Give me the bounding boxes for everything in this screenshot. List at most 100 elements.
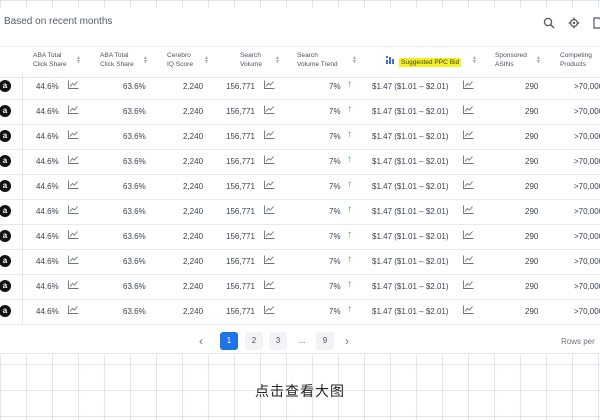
gear-icon[interactable] (566, 15, 582, 31)
aba-click-share-cell: 63.6% (123, 107, 146, 116)
trend-chart-icon[interactable] (463, 80, 474, 91)
trend-chart-icon[interactable] (264, 80, 275, 91)
column-header-search-volume-trend[interactable]: Search Volume Trend ▲ ▼ (297, 52, 357, 69)
sort-icon[interactable]: ▲ ▼ (204, 56, 209, 65)
trend-chart-icon[interactable] (68, 255, 79, 266)
trend-chart-icon[interactable] (68, 205, 79, 216)
sort-icon[interactable]: ▲ ▼ (352, 56, 357, 65)
trend-chart-icon[interactable] (68, 180, 79, 191)
table-row[interactable]: a 44.6% 63.6% 2,240 156,771 7% ↑ $1.47 ($1.01 –… (0, 149, 600, 175)
chevron-left-icon[interactable]: ‹ (199, 334, 203, 348)
view-full-image-caption[interactable]: 点击查看大图 (0, 381, 600, 401)
trend-chart-icon[interactable] (68, 80, 79, 91)
trend-chart-icon[interactable] (264, 155, 275, 166)
trend-chart-icon[interactable] (264, 130, 275, 141)
table-row[interactable]: a 44.6% 63.6% 2,240 156,771 7% ↑ $1.47 ($1.01 –… (0, 174, 600, 200)
trend-chart-icon[interactable] (264, 230, 275, 241)
arrow-up-icon: ↑ (347, 129, 352, 140)
amazon-logo-icon: a (0, 305, 11, 317)
competing-products-cell: >70,000 (574, 232, 600, 241)
search-volume-trend-cell: 7% (329, 282, 341, 291)
suggested-ppc-bid-cell: $1.47 ($1.01 – $2.01) (372, 182, 449, 191)
trend-chart-icon[interactable] (264, 205, 275, 216)
chevron-right-icon[interactable]: › (345, 334, 349, 348)
search-volume-cell: 156,771 (226, 282, 255, 291)
table-row[interactable]: a 44.6% 63.6% 2,240 156,771 7% ↑ $1.47 ($1.01 –… (0, 224, 600, 250)
search-volume-cell: 156,771 (226, 207, 255, 216)
suggested-ppc-bid-cell: $1.47 ($1.01 – $2.01) (372, 232, 449, 241)
table-row[interactable]: a 44.6% 63.6% 2,240 156,771 7% ↑ $1.47 ($1.01 –… (0, 299, 600, 325)
trend-chart-icon[interactable] (264, 180, 275, 191)
competing-products-cell: >70,000 (574, 182, 600, 191)
suggested-ppc-bid-cell: $1.47 ($1.01 – $2.01) (372, 157, 449, 166)
trend-chart-icon[interactable] (68, 305, 79, 316)
export-icon[interactable] (590, 15, 600, 31)
column-divider (22, 124, 23, 149)
trend-chart-icon[interactable] (463, 130, 474, 141)
trend-chart-icon[interactable] (68, 155, 79, 166)
page-button-1[interactable]: 1 (220, 332, 238, 350)
aba-click-share-cell: 63.6% (123, 257, 146, 266)
table-row[interactable]: a 44.6% 63.6% 2,240 156,771 7% ↑ $1.47 ($1.01 –… (0, 199, 600, 225)
trend-chart-icon[interactable] (463, 205, 474, 216)
aba-click-share-cell: 44.6% (36, 82, 59, 91)
table-row[interactable]: a 44.6% 63.6% 2,240 156,771 7% ↑ $1.47 ($1.01 –… (0, 99, 600, 125)
trend-chart-icon[interactable] (463, 305, 474, 316)
column-header-line: Sponsored (495, 52, 527, 59)
table-row[interactable]: a 44.6% 63.6% 2,240 156,771 7% ↑ $1.47 ($1.01 –… (0, 124, 600, 150)
column-divider (22, 99, 23, 124)
page-button-3[interactable]: 3 (269, 332, 287, 350)
suggested-ppc-bid-cell: $1.47 ($1.01 – $2.01) (372, 132, 449, 141)
table-row[interactable]: a 44.6% 63.6% 2,240 156,771 7% ↑ $1.47 ($1.01 –… (0, 74, 600, 100)
column-header-aba-click-share-1[interactable]: ABA Total Click Share ▲ ▼ (33, 52, 81, 69)
column-header-sponsored-asins[interactable]: Sponsored ASINs ▲ ▼ (495, 52, 541, 69)
search-volume-trend-cell: 7% (329, 207, 341, 216)
trend-chart-icon[interactable] (463, 180, 474, 191)
sort-icon[interactable]: ▲ ▼ (536, 56, 541, 65)
amazon-logo-icon: a (0, 105, 11, 117)
aba-click-share-cell: 63.6% (123, 207, 146, 216)
search-volume-trend-cell: 7% (329, 82, 341, 91)
trend-chart-icon[interactable] (463, 155, 474, 166)
search-volume-trend-cell: 7% (329, 257, 341, 266)
rows-per-page-label: Rows per (561, 337, 595, 346)
trend-chart-icon[interactable] (68, 130, 79, 141)
trend-chart-icon[interactable] (68, 230, 79, 241)
aba-click-share-cell: 44.6% (36, 182, 59, 191)
trend-chart-icon[interactable] (264, 255, 275, 266)
arrow-up-icon: ↑ (347, 304, 352, 315)
suggested-ppc-bid-cell: $1.47 ($1.01 – $2.01) (372, 107, 449, 116)
aba-click-share-cell: 44.6% (36, 132, 59, 141)
column-header-suggested-ppc-bid[interactable]: Suggested PPC Bid ▲ ▼ (386, 56, 477, 68)
column-header-cerebro-iq-score[interactable]: Cerebro IQ Score ▲ ▼ (167, 52, 209, 69)
trend-chart-icon[interactable] (68, 280, 79, 291)
table-row[interactable]: a 44.6% 63.6% 2,240 156,771 7% ↑ $1.47 ($1.01 –… (0, 274, 600, 300)
trend-chart-icon[interactable] (264, 280, 275, 291)
sponsored-asins-cell: 290 (525, 282, 539, 291)
competing-products-cell: >70,000 (574, 82, 600, 91)
competing-products-cell: >70,000 (574, 107, 600, 116)
sort-icon[interactable]: ▲ ▼ (143, 56, 148, 65)
page-button-2[interactable]: 2 (245, 332, 263, 350)
sponsored-asins-cell: 290 (525, 257, 539, 266)
sort-icon[interactable]: ▲ ▼ (275, 56, 280, 65)
search-icon[interactable] (541, 15, 557, 31)
page-ellipsis: ... (298, 336, 306, 345)
sort-icon[interactable]: ▲ ▼ (76, 56, 81, 65)
search-volume-trend-cell: 7% (329, 157, 341, 166)
page-button-9[interactable]: 9 (316, 332, 334, 350)
trend-chart-icon[interactable] (463, 230, 474, 241)
trend-chart-icon[interactable] (68, 105, 79, 116)
table-row[interactable]: a 44.6% 63.6% 2,240 156,771 7% ↑ $1.47 ($1.01 –… (0, 249, 600, 275)
sort-icon[interactable]: ▲ ▼ (472, 56, 477, 65)
trend-chart-icon[interactable] (264, 305, 275, 316)
column-header-search-volume[interactable]: Search Volume ▲ ▼ (240, 52, 280, 69)
amazon-logo-icon: a (0, 80, 11, 92)
trend-chart-icon[interactable] (264, 105, 275, 116)
trend-chart-icon[interactable] (463, 280, 474, 291)
column-header-competing-products[interactable]: Competing Products (560, 52, 592, 69)
column-header-aba-click-share-2[interactable]: ABA Total Click Share ▲ ▼ (100, 52, 148, 69)
trend-chart-icon[interactable] (463, 105, 474, 116)
search-volume-cell: 156,771 (226, 132, 255, 141)
trend-chart-icon[interactable] (463, 255, 474, 266)
